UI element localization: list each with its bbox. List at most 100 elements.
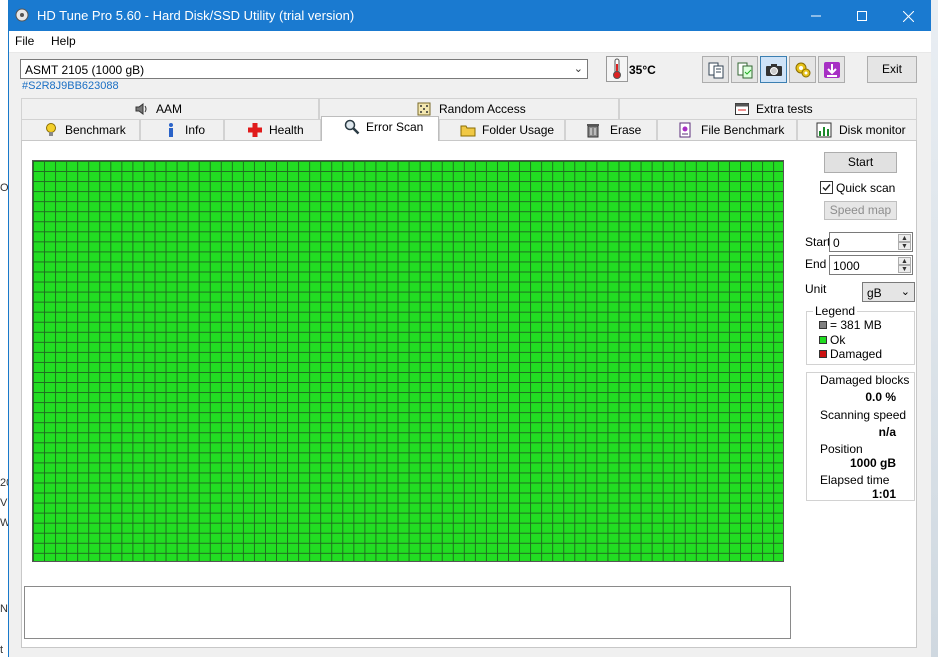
chevron-down-icon: ⌄ bbox=[573, 63, 583, 75]
legend-title: Legend bbox=[813, 304, 858, 318]
tab-info[interactable]: Info bbox=[140, 119, 224, 140]
end-spinner[interactable]: 1000 ▲ ▼ bbox=[829, 255, 913, 275]
screenshot-button[interactable] bbox=[760, 56, 787, 83]
legend-damaged-swatch bbox=[819, 350, 827, 358]
quick-scan-label: Quick scan bbox=[836, 181, 896, 195]
desktop-text-fragment: V bbox=[0, 497, 8, 509]
unit-label: Unit bbox=[805, 282, 827, 296]
desktop-text-fragment: t bbox=[0, 644, 4, 656]
legend-block-swatch bbox=[819, 321, 827, 329]
tab-health-label: Health bbox=[269, 123, 304, 137]
elapsed-time-value: 1:01 bbox=[871, 487, 896, 501]
dice-icon bbox=[417, 102, 431, 116]
tab-extra-tests-label: Extra tests bbox=[756, 102, 813, 116]
spin-down-icon[interactable]: ▼ bbox=[898, 242, 911, 250]
magnifier-icon bbox=[344, 119, 360, 135]
tab-file-benchmark[interactable]: File Benchmark bbox=[657, 119, 797, 140]
drive-select-value: ASMT 2105 (1000 gB) bbox=[25, 63, 145, 77]
tab-benchmark-label: Benchmark bbox=[65, 123, 126, 137]
speaker-icon bbox=[135, 103, 147, 115]
tab-error-scan-label: Error Scan bbox=[366, 120, 424, 134]
exit-button[interactable]: Exit bbox=[867, 56, 917, 83]
start-spinner[interactable]: 0 ▲ ▼ bbox=[829, 232, 913, 252]
title-bar[interactable]: HD Tune Pro 5.60 - Hard Disk/SSD Utility… bbox=[9, 0, 931, 31]
tab-aam[interactable]: AAM bbox=[21, 98, 319, 119]
desktop-text-fragment: N bbox=[0, 603, 8, 615]
spin-down-icon[interactable]: ▼ bbox=[898, 265, 911, 273]
options-button[interactable] bbox=[789, 56, 816, 83]
legend-ok-label: Ok bbox=[830, 333, 846, 347]
temperature-value: 35°C bbox=[629, 63, 656, 77]
folder-icon bbox=[460, 125, 476, 137]
menu-bar: File Help bbox=[9, 31, 931, 53]
tab-error-scan[interactable]: Error Scan bbox=[321, 116, 439, 141]
scan-block-map bbox=[32, 160, 784, 562]
hd-tune-app-icon bbox=[15, 8, 29, 22]
drive-serial: #S2R8J9BB623088 bbox=[22, 80, 119, 92]
scanning-speed-value: n/a bbox=[878, 425, 896, 439]
lightbulb-icon bbox=[46, 123, 56, 136]
tab-folder-usage-label: Folder Usage bbox=[482, 123, 555, 137]
app-window: HD Tune Pro 5.60 - Hard Disk/SSD Utility… bbox=[8, 0, 931, 657]
tab-file-benchmark-label: File Benchmark bbox=[701, 123, 785, 137]
quick-scan-checkbox[interactable] bbox=[820, 181, 833, 194]
copy-green-icon bbox=[737, 62, 753, 79]
window-title: HD Tune Pro 5.60 - Hard Disk/SSD Utility… bbox=[37, 8, 355, 23]
copy-info-button[interactable] bbox=[702, 56, 729, 83]
save-button[interactable] bbox=[818, 56, 845, 83]
tab-erase-label: Erase bbox=[610, 123, 642, 137]
speed-map-button[interactable]: Speed map bbox=[824, 201, 897, 220]
tab-folder-usage[interactable]: Folder Usage bbox=[439, 119, 565, 140]
unit-value: gB bbox=[867, 286, 882, 300]
download-arrow-icon bbox=[824, 62, 840, 78]
gears-icon bbox=[795, 62, 811, 78]
damaged-blocks-label: Damaged blocks bbox=[820, 373, 910, 387]
position-label: Position bbox=[820, 442, 863, 456]
tab-erase[interactable]: Erase bbox=[565, 119, 657, 140]
minimize-button[interactable] bbox=[793, 0, 839, 31]
chevron-down-icon: ⌄ bbox=[900, 286, 910, 298]
unit-select[interactable]: gB ⌄ bbox=[862, 282, 915, 302]
copy-document-icon bbox=[708, 62, 724, 79]
thermometer-icon bbox=[606, 56, 628, 82]
camera-icon bbox=[766, 64, 782, 76]
close-icon bbox=[902, 10, 914, 23]
menu-file[interactable]: File bbox=[15, 34, 34, 48]
file-icon bbox=[679, 122, 691, 138]
trash-icon bbox=[587, 124, 599, 138]
tab-disk-monitor-label: Disk monitor bbox=[839, 123, 906, 137]
drive-select[interactable]: ASMT 2105 (1000 gB) ⌄ bbox=[20, 59, 588, 79]
tab-info-label: Info bbox=[185, 123, 206, 137]
end-field-label: End bbox=[805, 257, 827, 271]
minimize-icon bbox=[811, 15, 821, 17]
legend-damaged-label: Damaged bbox=[830, 347, 883, 361]
tab-aam-label: AAM bbox=[156, 102, 183, 116]
tab-disk-monitor[interactable]: Disk monitor bbox=[797, 119, 917, 140]
legend-block-size: = 381 MB bbox=[830, 318, 882, 332]
legend-ok-swatch bbox=[819, 336, 827, 344]
start-field-label: Start bbox=[805, 235, 831, 249]
red-cross-icon bbox=[248, 123, 262, 137]
scanning-speed-label: Scanning speed bbox=[820, 408, 907, 422]
spin-up-icon[interactable]: ▲ bbox=[898, 257, 911, 265]
start-value: 0 bbox=[833, 236, 840, 250]
window-icon bbox=[735, 103, 749, 115]
position-value: 1000 gB bbox=[849, 456, 896, 470]
tab-extra-tests[interactable]: Extra tests bbox=[619, 98, 917, 119]
tab-health[interactable]: Health bbox=[224, 119, 321, 140]
maximize-icon bbox=[857, 11, 867, 22]
close-button[interactable] bbox=[885, 0, 931, 31]
maximize-button[interactable] bbox=[839, 0, 885, 31]
spin-up-icon[interactable]: ▲ bbox=[898, 234, 911, 242]
tab-benchmark[interactable]: Benchmark bbox=[21, 119, 140, 140]
tab-random-access-label: Random Access bbox=[439, 102, 526, 116]
tab-row-bottom: Benchmark Info Health Error Scan Folder … bbox=[21, 116, 917, 141]
menu-help[interactable]: Help bbox=[51, 34, 76, 48]
damaged-blocks-value: 0.0 % bbox=[865, 390, 896, 404]
elapsed-time-label: Elapsed time bbox=[820, 473, 890, 487]
end-value: 1000 bbox=[833, 259, 860, 273]
scan-log-box[interactable] bbox=[24, 586, 791, 639]
copy-all-button[interactable] bbox=[731, 56, 758, 83]
start-scan-button[interactable]: Start bbox=[824, 152, 897, 173]
desktop-right-edge bbox=[930, 0, 938, 657]
